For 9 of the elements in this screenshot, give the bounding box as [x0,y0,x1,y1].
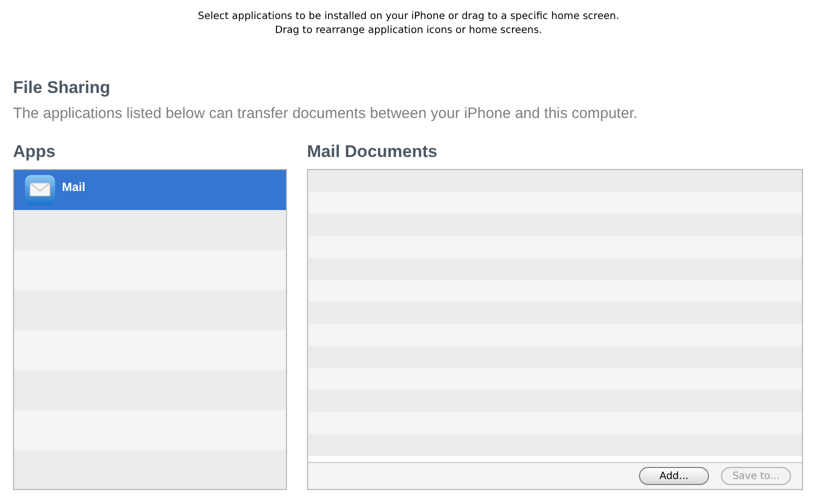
instruction-text: Select applications to be installed on your iPhone or drag to a specific home screen. [196,10,620,24]
envelope-icon [24,174,56,206]
app-list-item[interactable]: Mail [14,170,286,210]
add-button[interactable]: Add... [639,467,709,485]
apps-heading: Apps [13,142,56,162]
instruction-text: Drag to rearrange application icons or home screens. [274,24,544,38]
documents-heading: Mail Documents [307,142,438,162]
section-description: The applications listed below can transfer documents between your iPhone and this computer. [13,105,639,122]
section-title: File Sharing [13,78,112,98]
